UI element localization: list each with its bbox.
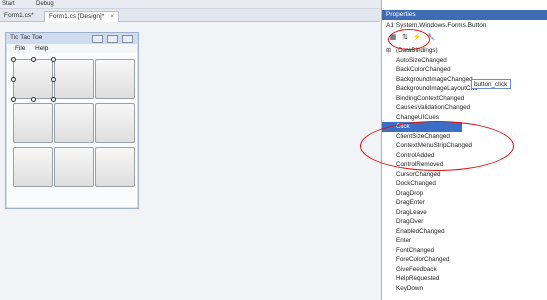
tab-form1-design[interactable]: Form1.cs [Design]* × <box>44 11 120 22</box>
tab-label: Form1.cs* <box>4 12 34 19</box>
event-name: FontChanged <box>396 246 435 254</box>
event-name: AutoSizeChanged <box>396 56 447 64</box>
event-row[interactable]: BindingContextChanged <box>382 94 547 104</box>
event-row[interactable]: CausesValidationChanged <box>382 103 547 113</box>
event-row[interactable]: ChangeUICues <box>382 113 547 123</box>
form-titlebar: Tic Tac Toe <box>6 33 138 44</box>
event-name: ChangeUICues <box>396 113 440 121</box>
form-title: Tic Tac Toe <box>10 34 43 41</box>
resize-handle[interactable] <box>31 57 36 62</box>
close-icon <box>122 35 133 43</box>
resize-handle[interactable] <box>51 77 56 82</box>
event-row[interactable]: KeyDown <box>382 284 547 294</box>
form-menubar: File Help <box>7 44 137 53</box>
tile-button-9[interactable] <box>95 147 135 187</box>
tile-button-2[interactable] <box>54 59 94 99</box>
event-name: DockChanged <box>396 180 436 187</box>
properties-header: Properties <box>382 10 547 20</box>
events-list: ⊞ (DataBindings) AutoSizeChanged BackColorC… <box>382 46 547 293</box>
event-name: CausesValidationChanged <box>396 104 471 111</box>
close-icon[interactable]: × <box>110 13 114 20</box>
event-row[interactable]: ForeColorChanged <box>382 255 547 265</box>
tile-button-6[interactable] <box>95 103 135 143</box>
document-tabs: Form1.cs* Form1.cs [Design]* × <box>0 9 380 22</box>
event-row[interactable]: DragDrop <box>382 189 547 199</box>
event-name: DragOver <box>396 218 424 225</box>
form-client-area <box>7 53 137 207</box>
resize-handle[interactable] <box>51 97 56 102</box>
event-name: HelpRequested <box>396 275 440 282</box>
tile-button-4[interactable] <box>13 103 53 143</box>
event-row[interactable]: BackgroundImageLayoutChc <box>382 84 547 94</box>
event-row[interactable]: AutoSizeChanged <box>382 56 547 66</box>
event-name: BackgroundImageChanged <box>396 75 473 83</box>
tile-button-7[interactable] <box>13 147 53 187</box>
event-row[interactable]: DragLeave <box>382 208 547 218</box>
event-name: CursorChanged <box>396 170 441 178</box>
tile-button-8[interactable] <box>54 147 94 187</box>
minimize-icon <box>92 35 103 43</box>
design-surface: Tic Tac Toe File Help <box>0 22 380 300</box>
event-row[interactable]: Enter <box>382 236 547 246</box>
event-row[interactable]: BackColorChanged <box>382 65 547 75</box>
event-name: BackColorChanged <box>396 66 451 73</box>
resize-handle[interactable] <box>31 97 36 102</box>
config-dropdown[interactable]: Debug <box>36 0 54 8</box>
event-name: Enter <box>396 237 412 244</box>
annotation-circle-toolbar <box>388 29 430 50</box>
event-row[interactable]: BackgroundImageChanged <box>382 75 547 85</box>
event-name: BackgroundImageLayoutChc <box>396 85 478 92</box>
resize-handle[interactable] <box>11 97 16 102</box>
tile-button-1[interactable] <box>13 59 53 99</box>
menu-help[interactable]: Help <box>35 45 48 52</box>
tile-button-5[interactable] <box>54 103 94 143</box>
event-row[interactable]: FontChanged <box>382 246 547 256</box>
event-name: ForeColorChanged <box>396 256 450 263</box>
event-name: DragDrop <box>396 189 424 197</box>
event-row[interactable]: DragOver <box>382 217 547 227</box>
event-row[interactable]: HelpRequested <box>382 274 547 284</box>
event-name: GiveFeedback <box>396 265 437 273</box>
menu-file[interactable]: File <box>15 45 25 52</box>
tile-button-3[interactable] <box>95 59 135 99</box>
event-name: EnabledChanged <box>396 227 445 235</box>
event-row[interactable]: EnabledChanged <box>382 227 547 237</box>
resize-handle[interactable] <box>51 57 56 62</box>
event-name: DragLeave <box>396 208 427 216</box>
event-name: KeyDown <box>396 284 423 292</box>
click-handler-field[interactable]: button_click <box>471 79 511 89</box>
tab-form1-code[interactable]: Form1.cs* <box>0 11 38 21</box>
annotation-circle-click <box>360 121 514 171</box>
event-name: DragEnter <box>396 199 425 206</box>
event-row[interactable]: DragEnter <box>382 198 547 208</box>
resize-handle[interactable] <box>11 57 16 62</box>
resize-handle[interactable] <box>11 77 16 82</box>
start-button-label[interactable]: Start <box>2 0 15 8</box>
event-row[interactable]: CursorChanged <box>382 170 547 180</box>
event-name: BindingContextChanged <box>396 94 465 102</box>
tab-label: Form1.cs [Design]* <box>49 13 105 20</box>
form-window[interactable]: Tic Tac Toe File Help <box>5 32 139 209</box>
event-row[interactable]: GiveFeedback <box>382 265 547 275</box>
selected-object-dropdown[interactable]: A1 System.Windows.Forms.Button <box>386 22 486 29</box>
event-row[interactable]: DockChanged <box>382 179 547 189</box>
maximize-icon <box>107 35 118 43</box>
properties-panel: Properties A1 System.Windows.Forms.Butto… <box>360 0 547 300</box>
